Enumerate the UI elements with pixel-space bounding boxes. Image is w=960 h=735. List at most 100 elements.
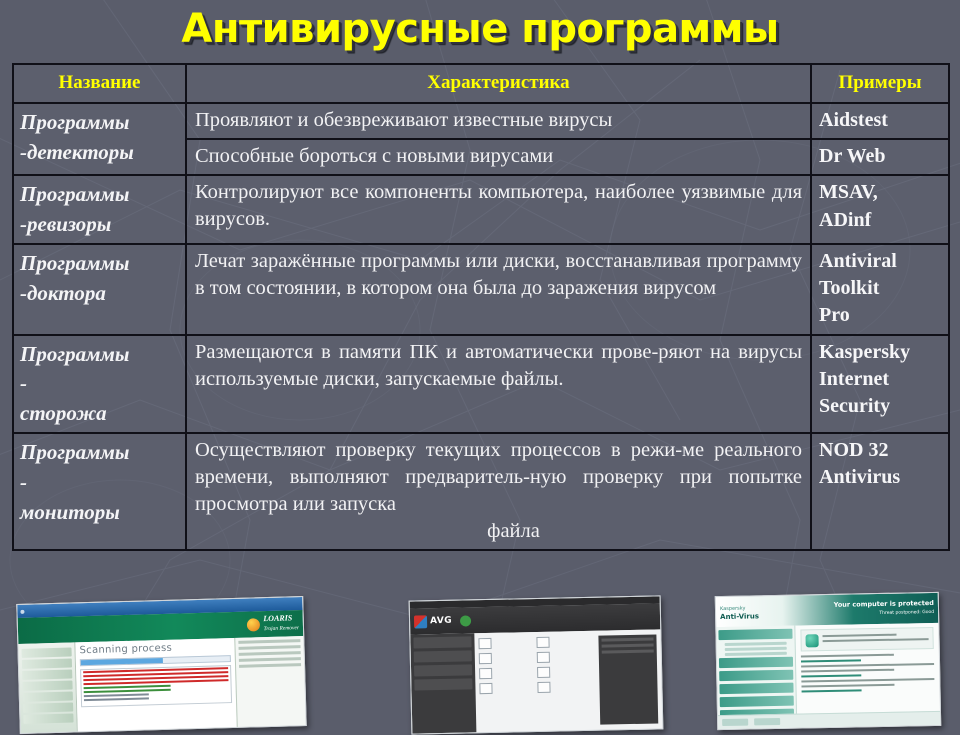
info-row — [601, 643, 654, 648]
avg-status-shield-icon — [459, 614, 472, 627]
example-line: Dr Web — [819, 145, 886, 168]
kaspersky-brand-header: Kaspersky Anti-Virus Your computer is pr… — [715, 592, 939, 628]
component-icon — [478, 652, 492, 665]
program-examples: Kaspersky Internet Security — [810, 333, 950, 435]
stat-row — [239, 663, 302, 668]
antivirus-programs-table: Название Характеристика Примеры Программ… — [12, 63, 950, 552]
sidebar-item[interactable] — [719, 682, 794, 695]
program-examples: Dr Web — [810, 138, 950, 177]
example-line: Kaspersky — [819, 340, 911, 363]
program-examples: MSAV, ADinf — [810, 174, 950, 245]
program-examples: Antiviral Toolkit Pro — [810, 243, 950, 336]
name-line: -детекторы — [20, 139, 134, 164]
avg-window-body — [410, 629, 663, 734]
program-type-name: Программы -доктора — [12, 243, 187, 336]
sidebar-item[interactable] — [719, 695, 794, 708]
sidebar-item[interactable] — [719, 669, 794, 682]
kaspersky-protection-status: Your computer is protected Threat postpo… — [833, 598, 935, 617]
component-tile[interactable] — [536, 636, 590, 648]
sidebar-item[interactable] — [414, 678, 473, 691]
example-line: Toolkit — [819, 277, 880, 300]
avg-sidebar[interactable] — [410, 633, 477, 734]
name-line: Программы — [20, 251, 130, 275]
program-description: Лечат заражённые программы или диски, во… — [185, 243, 812, 336]
name-line: - — [20, 469, 27, 494]
screenshot-avg-antivirus: AVG — [408, 595, 664, 735]
log-line — [83, 688, 171, 694]
component-icon — [537, 666, 551, 678]
program-type-name: Программы - мониторы — [12, 431, 187, 552]
status-row — [801, 674, 862, 678]
table-row: Программы - мониторы Осуществляют провер… — [12, 431, 950, 552]
sidebar-item[interactable] — [718, 656, 794, 669]
sidebar-item[interactable] — [413, 636, 472, 649]
log-line — [83, 697, 150, 702]
component-tile[interactable] — [479, 667, 533, 680]
status-row — [801, 683, 895, 688]
program-type-name: Программы -ревизоры — [12, 174, 187, 245]
example-line: Antivirus — [819, 466, 901, 489]
sidebar-item[interactable] — [413, 664, 473, 677]
sidebar-subitem[interactable] — [724, 641, 787, 646]
screenshot-kaspersky-antivirus: Kaspersky Anti-Virus Your computer is pr… — [714, 591, 942, 731]
table-header-row: Название Характеристика Примеры — [12, 63, 950, 104]
sidebar-item[interactable] — [718, 628, 793, 641]
table-row: Программы -доктора Лечат заражённые прог… — [12, 243, 950, 336]
protection-summary-card — [800, 626, 934, 652]
sidebar-item[interactable] — [23, 713, 74, 724]
name-line: Программы — [20, 341, 130, 366]
component-tile[interactable] — [537, 681, 591, 693]
sidebar-item[interactable] — [21, 658, 73, 669]
log-line — [83, 693, 150, 698]
component-tile[interactable] — [536, 651, 591, 663]
avg-components-grid — [474, 631, 596, 732]
status-row — [801, 689, 862, 693]
example-line: Pro — [819, 304, 850, 327]
sidebar-item[interactable] — [413, 650, 472, 663]
page-title: Антивирусные программы — [181, 6, 779, 52]
sidebar-item[interactable] — [22, 669, 73, 680]
name-line: - — [20, 371, 27, 396]
scan-progress-bar — [79, 655, 231, 667]
loaris-window-body: Scanning process — [18, 636, 307, 734]
component-icon — [536, 636, 550, 648]
status-row — [801, 668, 895, 673]
sidebar-item[interactable] — [22, 691, 73, 702]
component-tile[interactable] — [537, 666, 591, 678]
name-line: -доктора — [20, 280, 106, 305]
example-line: Antiviral — [819, 250, 897, 272]
component-tile[interactable] — [479, 682, 533, 695]
example-line: Internet — [819, 367, 889, 390]
description-text: Осуществляют проверку текущих процессов … — [195, 439, 802, 516]
kaspersky-brand-text: Kaspersky Anti-Virus — [719, 605, 760, 621]
loaris-sidebar[interactable] — [18, 642, 79, 734]
program-type-name: Программы - сторожа — [12, 333, 187, 435]
sidebar-item[interactable] — [23, 702, 74, 713]
column-header-name: Название — [12, 63, 187, 104]
program-description: Осуществляют проверку текущих процессов … — [185, 431, 812, 552]
info-row — [601, 637, 654, 642]
sidebar-item[interactable] — [22, 680, 73, 691]
example-line: Aidstest — [819, 109, 888, 131]
component-tile[interactable] — [478, 637, 532, 650]
example-line: MSAV, — [819, 181, 878, 204]
status-row — [800, 659, 861, 663]
sidebar-item[interactable] — [21, 647, 72, 658]
program-description: Способные бороться с новыми вирусами — [185, 138, 812, 177]
sidebar-subitem[interactable] — [724, 646, 787, 651]
status-row — [800, 653, 895, 658]
description-extra-line: файла — [487, 520, 540, 543]
avg-info-panel — [598, 634, 659, 725]
program-type-name: Программы -детекторы — [12, 101, 187, 177]
window-icon — [20, 609, 25, 614]
sidebar-subitem[interactable] — [724, 651, 787, 656]
program-description: Контролируют все компоненты компьютера, … — [185, 174, 812, 245]
column-header-characteristic: Характеристика — [185, 63, 812, 104]
example-line: ADinf — [819, 208, 872, 231]
component-tile[interactable] — [478, 652, 533, 665]
column-header-examples: Примеры — [810, 63, 950, 104]
scan-log-list[interactable] — [80, 665, 233, 708]
footer-button[interactable] — [754, 717, 781, 726]
status-row — [801, 677, 935, 683]
table-row: Программы -детекторы Проявляют и обезвре… — [12, 101, 950, 177]
